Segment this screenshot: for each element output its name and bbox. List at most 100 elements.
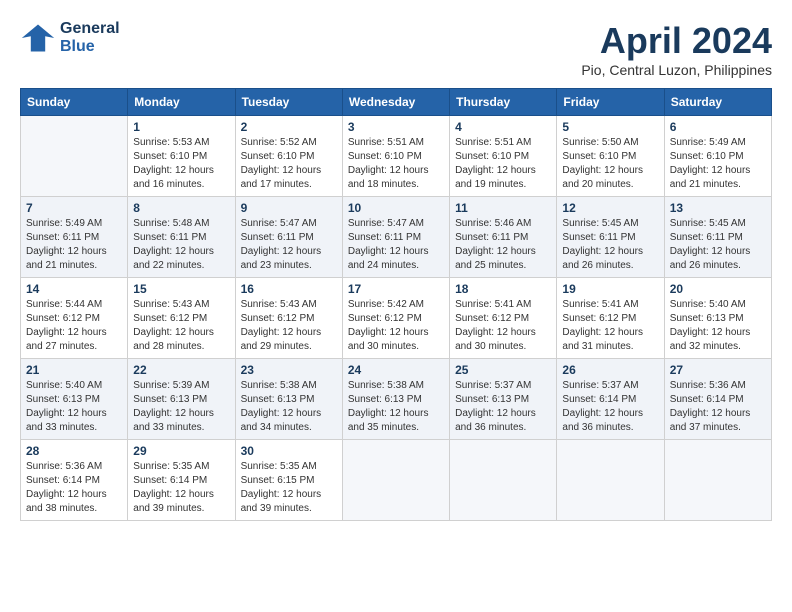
table-row: 20Sunrise: 5:40 AMSunset: 6:13 PMDayligh… [664,278,771,359]
col-tuesday: Tuesday [235,89,342,116]
table-row: 2 Sunrise: 5:52 AMSunset: 6:10 PMDaylight… [235,116,342,197]
logo: General Blue [20,20,120,56]
day-number: 17 [348,282,444,296]
logo-text: General Blue [60,20,120,55]
table-row: 12 Sunrise: 5:45 AMSunset: 6:11 PMDayligh… [557,197,664,278]
col-wednesday: Wednesday [342,89,449,116]
day-info: Sunrise: 5:44 AMSunset: 6:12 PMDaylight:… [26,298,122,354]
table-row: 8 Sunrise: 5:48 AMSunset: 6:11 PMDaylight… [128,197,235,278]
col-friday: Friday [557,89,664,116]
day-info: Sunrise: 5:42 AMSunset: 6:12 PMDaylight:… [348,298,444,354]
table-row: 23 Sunrise: 5:38 AMSunset: 6:13 PMDayligh… [235,359,342,440]
table-row: 14 Sunrise: 5:44 AMSunset: 6:12 PMDayligh… [21,278,128,359]
day-info: Sunrise: 5:38 AMSunset: 6:13 PMDaylight:… [348,379,444,435]
table-row: 18Sunrise: 5:41 AMSunset: 6:12 PMDayligh… [450,278,557,359]
table-row [450,440,557,521]
day-info: Sunrise: 5:41 AMSunset: 6:12 PMDaylight:… [562,298,658,354]
day-number: 28 [26,444,122,458]
day-number: 18 [455,282,551,296]
table-row [557,440,664,521]
day-info: Sunrise: 5:51 AMSunset: 6:10 PMDaylight:… [455,136,551,192]
day-number: 21 [26,363,122,377]
day-info: Sunrise: 5:37 AMSunset: 6:14 PMDaylight:… [562,379,658,435]
day-number: 9 [241,201,337,215]
day-info: Sunrise: 5:39 AMSunset: 6:13 PMDaylight:… [133,379,229,435]
table-row: 10 Sunrise: 5:47 AMSunset: 6:11 PMDayligh… [342,197,449,278]
day-number: 6 [670,120,766,134]
day-info: Sunrise: 5:52 AMSunset: 6:10 PMDaylight:… [241,136,337,192]
calendar-table: Sunday Monday Tuesday Wednesday Thursday… [20,88,772,521]
day-number: 27 [670,363,766,377]
table-row: 4 Sunrise: 5:51 AMSunset: 6:10 PMDaylight… [450,116,557,197]
day-info: Sunrise: 5:43 AMSunset: 6:12 PMDaylight:… [133,298,229,354]
day-number: 13 [670,201,766,215]
col-saturday: Saturday [664,89,771,116]
day-number: 3 [348,120,444,134]
calendar-week-row: 1 Sunrise: 5:53 AMSunset: 6:10 PMDaylight… [21,116,772,197]
table-row: 6 Sunrise: 5:49 AMSunset: 6:10 PMDaylight… [664,116,771,197]
day-info: Sunrise: 5:36 AMSunset: 6:14 PMDaylight:… [26,460,122,516]
table-row: 15 Sunrise: 5:43 AMSunset: 6:12 PMDayligh… [128,278,235,359]
day-number: 30 [241,444,337,458]
table-row: 24Sunrise: 5:38 AMSunset: 6:13 PMDayligh… [342,359,449,440]
day-number: 22 [133,363,229,377]
title-block: April 2024 Pio, Central Luzon, Philippin… [581,20,772,78]
day-number: 14 [26,282,122,296]
table-row [21,116,128,197]
table-row: 21 Sunrise: 5:40 AMSunset: 6:13 PMDayligh… [21,359,128,440]
day-number: 16 [241,282,337,296]
table-row: 22 Sunrise: 5:39 AMSunset: 6:13 PMDayligh… [128,359,235,440]
day-info: Sunrise: 5:49 AMSunset: 6:11 PMDaylight:… [26,217,122,273]
day-info: Sunrise: 5:35 AMSunset: 6:14 PMDaylight:… [133,460,229,516]
day-number: 29 [133,444,229,458]
day-info: Sunrise: 5:35 AMSunset: 6:15 PMDaylight:… [241,460,337,516]
table-row: 26 Sunrise: 5:37 AMSunset: 6:14 PMDayligh… [557,359,664,440]
table-row: 30 Sunrise: 5:35 AMSunset: 6:15 PMDayligh… [235,440,342,521]
day-info: Sunrise: 5:47 AMSunset: 6:11 PMDaylight:… [348,217,444,273]
day-info: Sunrise: 5:53 AMSunset: 6:10 PMDaylight:… [133,136,229,192]
col-thursday: Thursday [450,89,557,116]
logo-icon [20,20,56,56]
table-row: 29 Sunrise: 5:35 AMSunset: 6:14 PMDayligh… [128,440,235,521]
table-row [342,440,449,521]
table-row: 5Sunrise: 5:50 AMSunset: 6:10 PMDaylight… [557,116,664,197]
table-row [664,440,771,521]
day-info: Sunrise: 5:40 AMSunset: 6:13 PMDaylight:… [670,298,766,354]
calendar-week-row: 21 Sunrise: 5:40 AMSunset: 6:13 PMDayligh… [21,359,772,440]
day-info: Sunrise: 5:49 AMSunset: 6:10 PMDaylight:… [670,136,766,192]
day-info: Sunrise: 5:50 AMSunset: 6:10 PMDaylight:… [562,136,658,192]
table-row: 9 Sunrise: 5:47 AMSunset: 6:11 PMDaylight… [235,197,342,278]
day-number: 26 [562,363,658,377]
day-number: 15 [133,282,229,296]
col-monday: Monday [128,89,235,116]
table-row: 11Sunrise: 5:46 AMSunset: 6:11 PMDayligh… [450,197,557,278]
calendar-week-row: 14 Sunrise: 5:44 AMSunset: 6:12 PMDayligh… [21,278,772,359]
day-number: 8 [133,201,229,215]
day-number: 25 [455,363,551,377]
table-row: 27Sunrise: 5:36 AMSunset: 6:14 PMDayligh… [664,359,771,440]
day-number: 1 [133,120,229,134]
month-title: April 2024 [581,20,772,62]
day-number: 4 [455,120,551,134]
day-info: Sunrise: 5:40 AMSunset: 6:13 PMDaylight:… [26,379,122,435]
day-number: 2 [241,120,337,134]
day-info: Sunrise: 5:51 AMSunset: 6:10 PMDaylight:… [348,136,444,192]
day-info: Sunrise: 5:38 AMSunset: 6:13 PMDaylight:… [241,379,337,435]
day-info: Sunrise: 5:48 AMSunset: 6:11 PMDaylight:… [133,217,229,273]
table-row: 19Sunrise: 5:41 AMSunset: 6:12 PMDayligh… [557,278,664,359]
col-sunday: Sunday [21,89,128,116]
day-info: Sunrise: 5:37 AMSunset: 6:13 PMDaylight:… [455,379,551,435]
day-number: 10 [348,201,444,215]
table-row: 25 Sunrise: 5:37 AMSunset: 6:13 PMDayligh… [450,359,557,440]
calendar-week-row: 28 Sunrise: 5:36 AMSunset: 6:14 PMDayligh… [21,440,772,521]
day-info: Sunrise: 5:45 AMSunset: 6:11 PMDaylight:… [562,217,658,273]
day-number: 12 [562,201,658,215]
day-info: Sunrise: 5:46 AMSunset: 6:11 PMDaylight:… [455,217,551,273]
calendar-header-row: Sunday Monday Tuesday Wednesday Thursday… [21,89,772,116]
day-number: 7 [26,201,122,215]
table-row: 7 Sunrise: 5:49 AMSunset: 6:11 PMDaylight… [21,197,128,278]
day-number: 23 [241,363,337,377]
location-subtitle: Pio, Central Luzon, Philippines [581,62,772,78]
day-info: Sunrise: 5:47 AMSunset: 6:11 PMDaylight:… [241,217,337,273]
day-info: Sunrise: 5:43 AMSunset: 6:12 PMDaylight:… [241,298,337,354]
